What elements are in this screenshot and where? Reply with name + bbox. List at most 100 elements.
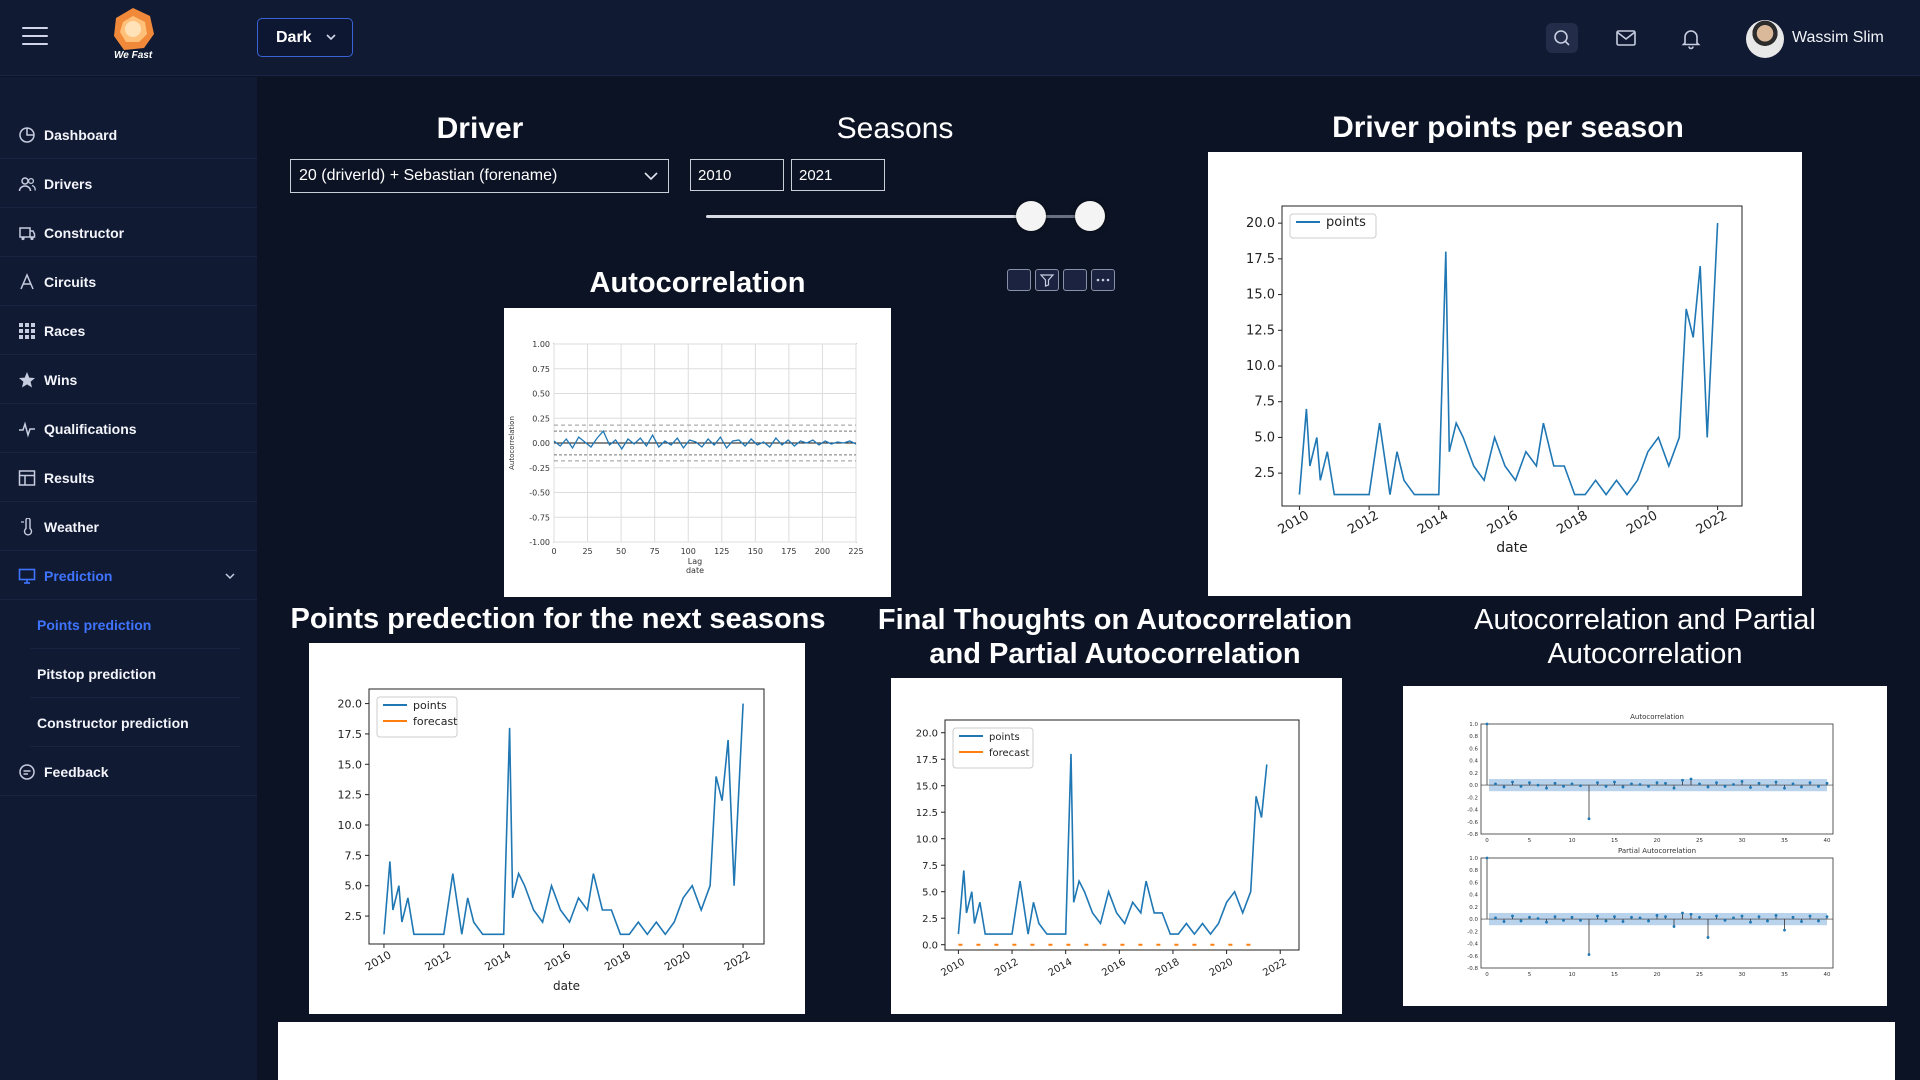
mail-icon[interactable]	[1614, 26, 1638, 50]
star-icon	[19, 371, 35, 387]
sidebar-item-prediction[interactable]: Prediction	[0, 552, 257, 600]
y-tick-label: 2.5	[922, 914, 938, 925]
x-tick-label: 2018	[1554, 508, 1590, 538]
stem-marker	[1494, 916, 1497, 920]
sidebar-item-races[interactable]: Races	[0, 307, 257, 355]
stem-marker	[1528, 781, 1531, 785]
season-slider-handle-end[interactable]	[1075, 201, 1105, 231]
copy-icon[interactable]	[1007, 269, 1031, 291]
x-tick-label: 30	[1739, 972, 1746, 978]
stem-marker	[1757, 915, 1761, 919]
sidebar-item-drivers[interactable]: Drivers	[0, 160, 257, 208]
sidebar-item-constructor[interactable]: Constructor	[0, 209, 257, 257]
y-tick-label: 1.0	[1469, 856, 1478, 862]
stem-marker	[1791, 782, 1795, 786]
feedback-icon	[19, 763, 35, 780]
thermometer-icon	[21, 517, 33, 536]
seasons-title: Seasons	[836, 112, 954, 145]
sidebar-item-feedback[interactable]: Feedback	[0, 748, 257, 796]
y-tick-label: 0.2	[1469, 771, 1478, 777]
x-tick-label: 2022	[1261, 957, 1289, 979]
theme-select[interactable]: Dark	[257, 18, 353, 57]
x-tick-label: 0	[551, 547, 556, 556]
stem-marker	[1638, 783, 1642, 786]
x-tick-label: 40	[1824, 838, 1831, 844]
driver-points-chart: 2.5 5.0 7.5 10.0 12.5 15.0 17.5 20.0 2010 2012 201…	[1246, 205, 1743, 556]
sidebar-item-circuits[interactable]: Circuits	[0, 258, 257, 306]
user-name[interactable]: Wassim Slim	[1792, 29, 1884, 47]
sidebar-item-weather[interactable]: Weather	[0, 503, 257, 551]
search-button[interactable]	[1546, 23, 1578, 53]
x-tick-label: 35	[1781, 838, 1788, 844]
acf-pacf-panel: Autocorrelation 1.0 0.8 0.6 0.4 0.2 0.0 -0.2 -0.…	[1403, 686, 1887, 1006]
autocorrelation-title: Autocorrelation	[589, 267, 806, 299]
x-tick-label: 2016	[1100, 957, 1128, 979]
bell-icon[interactable]	[1679, 26, 1703, 50]
y-tick-label: 10.0	[1246, 359, 1275, 374]
stem-marker	[1749, 786, 1752, 789]
y-tick-label: 0.25	[532, 414, 550, 423]
autocorrelation-panel: 0 25 50 75 100 125 150 175 200 225 1.00 0.75 0.50 0.2…	[504, 308, 891, 597]
points-prediction-chart: 2.5 5.0 7.5 10.0 12.5 15.0 17.5 20.0 2010 2012 201…	[338, 688, 765, 993]
filter-icon[interactable]	[1035, 269, 1059, 291]
stem-marker	[1664, 915, 1667, 919]
stem-marker	[1689, 777, 1693, 781]
driver-select[interactable]: 20 (driverId) + Sebastian (forename)	[290, 159, 669, 193]
y-tick-label: 12.5	[1246, 323, 1275, 338]
season-slider-handle-start[interactable]	[1016, 201, 1046, 231]
x-tick-label: 125	[714, 547, 729, 556]
chevron-down-icon	[225, 573, 235, 580]
stem-marker	[1808, 914, 1812, 918]
y-tick-label: -0.2	[1467, 795, 1478, 801]
subplot-title: Autocorrelation	[1630, 713, 1684, 721]
season-to-input[interactable]: 2021	[791, 159, 885, 191]
season-from-input[interactable]: 2010	[690, 159, 784, 191]
monitor-icon	[18, 568, 36, 584]
sidebar-item-results[interactable]: Results	[0, 454, 257, 502]
logo-text: We Fast	[114, 50, 153, 61]
x-tick-label: 10	[1569, 838, 1576, 844]
stem-marker	[1502, 785, 1506, 789]
x-tick-label: 150	[748, 547, 763, 556]
sidebar-item-label: Results	[44, 469, 95, 486]
x-tick-label: 2018	[1154, 957, 1182, 979]
sidebar-item-qualifications[interactable]: Qualifications	[0, 405, 257, 453]
x-tick-label: 2020	[1624, 508, 1660, 538]
x-tick-label: 0	[1485, 838, 1489, 844]
stem-marker	[1681, 778, 1684, 782]
legend-label: points	[413, 699, 447, 712]
sidebar-item-label: Drivers	[44, 175, 93, 192]
sidebar-item-wins[interactable]: Wins	[0, 356, 257, 404]
expand-icon[interactable]	[1063, 269, 1087, 291]
stem-marker	[1706, 936, 1710, 939]
x-tick-label: 2014	[1415, 508, 1451, 538]
x-tick-label: 25	[1696, 838, 1703, 844]
menu-icon[interactable]	[22, 27, 48, 47]
filter-glyph-icon	[1039, 274, 1055, 287]
sidebar-subitem-points-prediction[interactable]: Points prediction	[30, 601, 240, 649]
sidebar-item-label: Qualifications	[44, 420, 137, 437]
x-axis-label: date	[1496, 540, 1528, 556]
stem-marker	[1783, 786, 1786, 790]
stem-marker	[1579, 784, 1582, 788]
x-tick-label: 2020	[1208, 957, 1236, 979]
sidebar-subitem-pitstop-prediction[interactable]: Pitstop prediction	[30, 650, 240, 698]
y-tick-label: 10.0	[338, 819, 363, 832]
x-tick-label: 100	[681, 547, 696, 556]
circuit-icon	[20, 272, 34, 289]
stem-marker	[1553, 781, 1557, 785]
x-tick-label: 2010	[1276, 508, 1312, 538]
avatar[interactable]	[1746, 20, 1784, 58]
more-icon[interactable]	[1091, 269, 1115, 291]
sidebar-item-dashboard[interactable]: Dashboard	[0, 111, 257, 159]
stem-marker	[1562, 918, 1565, 922]
driver-select-value: 20 (driverId) + Sebastian (forename)	[299, 167, 558, 184]
stem-marker	[1817, 919, 1820, 923]
sidebar-subitem-constructor-prediction[interactable]: Constructor prediction	[30, 699, 240, 747]
stem-marker	[1732, 783, 1735, 786]
stem-marker	[1706, 785, 1710, 789]
y-tick-label: 20.0	[1246, 216, 1275, 231]
x-tick-label: 5	[1528, 972, 1532, 978]
bottom-panel	[278, 1022, 1895, 1080]
stem-marker	[1757, 781, 1761, 785]
